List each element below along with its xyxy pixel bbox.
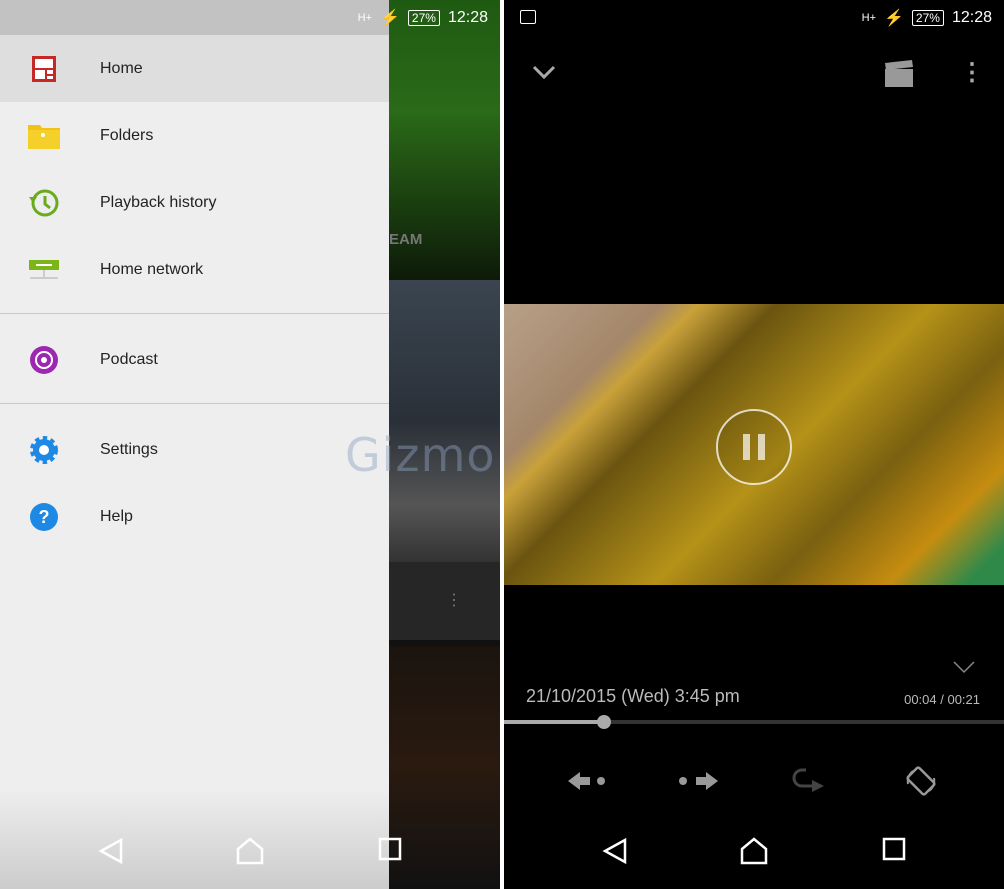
drawer-item-playback-history[interactable]: Playback history [0,169,389,236]
drawer-item-label: Home network [100,260,204,278]
status-bar: H+ ⚡ 27% 12:28 [504,0,1004,35]
folder-icon [28,120,60,152]
home-button[interactable] [740,837,768,865]
background-partial-text: EAM [389,231,423,248]
drawer-item-home[interactable]: Home [0,35,389,102]
divider [0,313,389,314]
divider [0,403,389,404]
collapse-chevron-icon[interactable] [532,64,556,80]
seek-bar-fill [504,720,604,724]
drawer-item-settings[interactable]: Settings [0,416,389,483]
navigation-drawer: Home Folders Playback history Home netwo… [0,0,389,889]
drawer-item-home-network[interactable]: Home network [0,236,389,303]
home-grid-icon [28,53,60,85]
repeat-icon[interactable] [792,766,828,796]
status-bar: H+ ⚡ 27% 12:28 [0,0,500,35]
drawer-item-folders[interactable]: Folders [0,102,389,169]
watermark: GizmoBolt [345,428,500,482]
back-button[interactable] [602,837,628,865]
gear-icon [28,434,60,466]
skip-forward-icon[interactable] [676,770,720,792]
svg-text:?: ? [39,507,50,527]
navigation-bar [504,819,1004,889]
drawer-item-label: Folders [100,126,154,144]
details-chevron-icon[interactable] [952,660,976,674]
clock: 12:28 [447,8,488,26]
right-screen: H+ ⚡ 27% 12:28 ⋮ 21/10/2015 (Wed) 3:45 p… [504,0,1004,889]
history-icon [28,187,60,219]
recents-button[interactable] [378,837,402,861]
skip-back-icon[interactable] [566,770,610,792]
seek-bar-thumb[interactable] [597,715,611,729]
home-button[interactable] [236,837,264,865]
left-screen: EAM ⋮ Home Folders Playback history Home… [0,0,500,889]
playback-time: 00:04 / 00:21 [904,692,980,707]
gallery-notification-icon [520,10,536,24]
drawer-item-label: Help [100,507,133,525]
pause-button[interactable] [714,407,794,487]
drawer-item-label: Settings [100,440,158,458]
home-network-icon [28,254,60,286]
clock: 12:28 [951,8,992,26]
more-options-icon[interactable]: ⋮ [960,58,984,87]
signal-icon: H+ [861,11,876,24]
battery-indicator: 27% [407,9,440,26]
more-icon[interactable]: ⋮ [446,590,462,610]
podcast-icon [28,344,60,376]
back-button[interactable] [98,837,124,865]
drawer-item-label: Podcast [100,350,158,368]
seek-bar[interactable] [504,715,1004,729]
battery-indicator: 27% [911,9,944,26]
drawer-item-label: Home [100,59,143,77]
drawer-item-help[interactable]: ? Help [0,483,389,550]
signal-icon: H+ [357,11,372,24]
movie-creator-icon[interactable] [884,60,914,88]
drawer-item-podcast[interactable]: Podcast [0,326,389,393]
navigation-bar [0,819,500,889]
recording-date: 21/10/2015 (Wed) 3:45 pm [526,686,740,706]
recents-button[interactable] [882,837,906,861]
video-frame[interactable] [504,304,1004,585]
drawer-item-label: Playback history [100,193,217,211]
help-icon: ? [28,501,60,533]
rotate-screen-icon[interactable] [904,764,938,798]
charging-icon: ⚡ [380,9,400,27]
charging-icon: ⚡ [884,9,904,27]
